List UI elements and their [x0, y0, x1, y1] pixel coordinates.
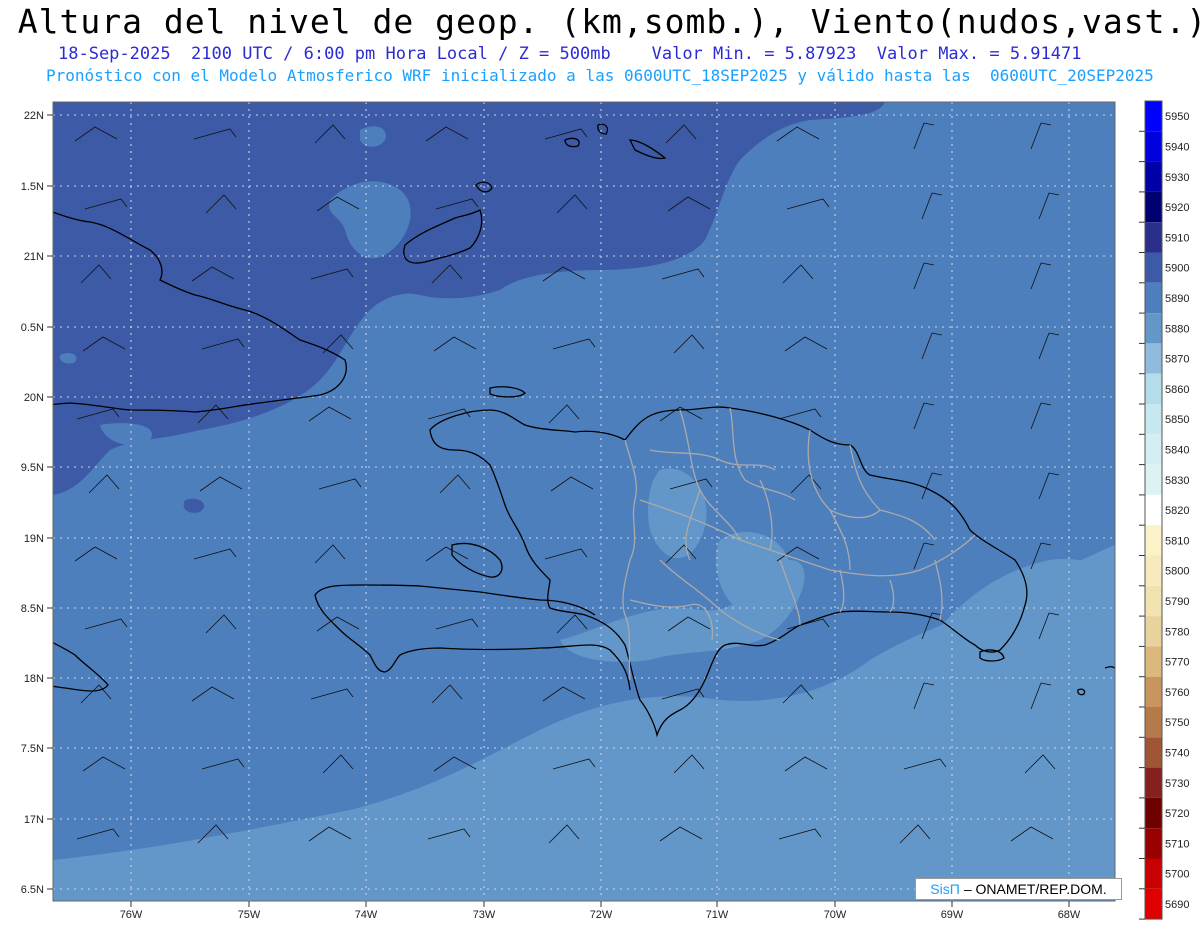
- colorbar-swatch: [1145, 676, 1162, 707]
- colorbar-swatch: [1145, 191, 1162, 223]
- colorbar-label: 5860: [1165, 384, 1189, 396]
- colorbar-swatch: [1145, 252, 1162, 283]
- colorbar-swatch: [1145, 646, 1162, 677]
- lon-label: 73W: [473, 909, 496, 921]
- lat-label: 9.5N: [21, 462, 44, 474]
- colorbar-label: 5850: [1165, 414, 1189, 426]
- colorbar-label: 5790: [1165, 596, 1189, 608]
- colorbar-label: 5930: [1165, 172, 1189, 184]
- colorbar-swatch: [1145, 313, 1162, 344]
- colorbar-label: 5700: [1165, 869, 1189, 881]
- lon-label: 72W: [590, 909, 613, 921]
- colorbar-swatch: [1145, 585, 1162, 617]
- lat-label: 1.5N: [21, 181, 44, 193]
- colorbar-swatch: [1145, 222, 1162, 253]
- colorbar-swatch: [1145, 858, 1162, 889]
- colorbar-swatch: [1145, 494, 1162, 526]
- colorbar-swatch: [1145, 343, 1162, 374]
- lon-label: 70W: [824, 909, 847, 921]
- colorbar-swatch: [1145, 828, 1162, 859]
- longitude-axis: 76W 75W 74W 73W 72W 71W 70W 69W 68W: [120, 901, 1081, 921]
- credit-badge: SisΠ – ONAMET/REP.DOM.: [915, 878, 1122, 900]
- lon-label: 74W: [355, 909, 378, 921]
- colorbar-label: 5770: [1165, 657, 1189, 669]
- colorbar-label: 5710: [1165, 838, 1189, 850]
- colorbar-swatch: [1145, 161, 1162, 192]
- colorbar-swatch: [1145, 282, 1162, 314]
- colorbar-swatch: [1145, 555, 1162, 586]
- colorbar-label: 5950: [1165, 111, 1189, 123]
- lat-label: 19N: [24, 533, 44, 545]
- lat-label: 22N: [24, 110, 44, 122]
- colorbar-label: 5800: [1165, 566, 1189, 578]
- colorbar-swatch: [1145, 131, 1162, 162]
- colorbar-swatch: [1145, 797, 1162, 829]
- lat-label: 7.5N: [21, 743, 44, 755]
- colorbar-label: 5890: [1165, 293, 1189, 305]
- colorbar-swatch: [1145, 525, 1162, 556]
- colorbar-label: 5880: [1165, 323, 1189, 335]
- lat-label: 20N: [24, 392, 44, 404]
- colorbar-label: 5910: [1165, 232, 1189, 244]
- lat-label: 6.5N: [21, 884, 44, 896]
- colorbar-swatch: [1145, 373, 1162, 404]
- lon-label: 68W: [1058, 909, 1081, 921]
- lon-label: 71W: [706, 909, 729, 921]
- geopotential-shading: [53, 102, 1115, 901]
- colorbar-label: 5900: [1165, 263, 1189, 275]
- colorbar-label: 5920: [1165, 202, 1189, 214]
- colorbar-label: 5940: [1165, 141, 1189, 153]
- colorbar-label: 5740: [1165, 747, 1189, 759]
- lat-label: 17N: [24, 814, 44, 826]
- colorbar-label: 5870: [1165, 354, 1189, 366]
- colorbar-label: 5730: [1165, 778, 1189, 790]
- colorbar: 5950 5940 5930 5920 5910 5900 5890 5880 5870 5860…: [1139, 100, 1189, 920]
- colorbar-swatch: [1145, 101, 1162, 132]
- lon-label: 69W: [941, 909, 964, 921]
- colorbar-swatch: [1145, 707, 1162, 738]
- colorbar-label: 5720: [1165, 808, 1189, 820]
- lat-label: 18N: [24, 673, 44, 685]
- sispi-logo: SisΠ: [930, 881, 960, 897]
- colorbar-swatch: [1145, 434, 1162, 465]
- lat-label: 21N: [24, 251, 44, 263]
- colorbar-label: 5760: [1165, 687, 1189, 699]
- colorbar-swatch: [1145, 737, 1162, 768]
- latitude-axis: 22N 1.5N 21N 0.5N 20N 9.5N 19N 8.5N 18N 7.5N 17N 6.…: [21, 110, 53, 896]
- colorbar-label: 5780: [1165, 626, 1189, 638]
- colorbar-swatch: [1145, 404, 1162, 435]
- colorbar-label: 5820: [1165, 505, 1189, 517]
- lat-label: 8.5N: [21, 603, 44, 615]
- colorbar-swatch: [1145, 888, 1162, 920]
- colorbar-swatch: [1145, 464, 1162, 495]
- lat-label: 0.5N: [21, 322, 44, 334]
- colorbar-swatch: [1145, 767, 1162, 798]
- lon-label: 75W: [238, 909, 261, 921]
- map-figure: 22N 1.5N 21N 0.5N 20N 9.5N 19N 8.5N 18N 7.5N 17N 6.…: [21, 100, 1189, 921]
- colorbar-label: 5750: [1165, 717, 1189, 729]
- colorbar-label: 5830: [1165, 475, 1189, 487]
- credit-text: – ONAMET/REP.DOM.: [963, 881, 1107, 897]
- colorbar-label: 5690: [1165, 899, 1189, 911]
- colorbar-swatch: [1145, 616, 1162, 647]
- colorbar-label: 5840: [1165, 444, 1189, 456]
- lon-label: 76W: [120, 909, 143, 921]
- colorbar-label: 5810: [1165, 535, 1189, 547]
